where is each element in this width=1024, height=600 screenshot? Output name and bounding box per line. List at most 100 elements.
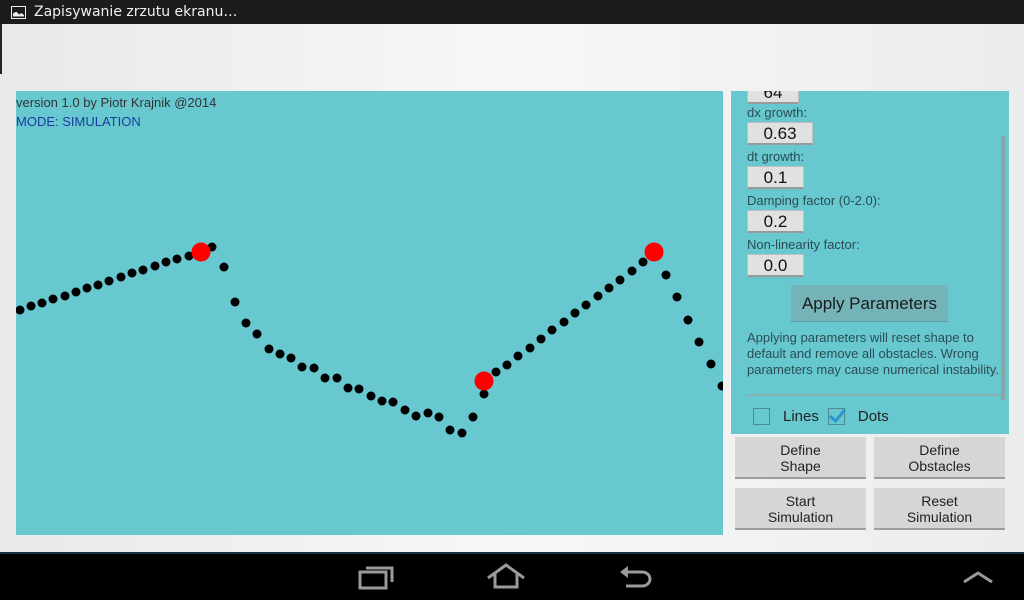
define-shape-button[interactable]: Define Shape — [735, 437, 866, 479]
simulation-dot — [93, 280, 103, 290]
simulation-dot — [445, 425, 455, 435]
simulation-dot — [513, 351, 523, 361]
dx-growth-field[interactable]: 0.63 — [747, 122, 813, 145]
simulation-dot — [219, 262, 229, 272]
simulation-dot — [717, 381, 723, 391]
simulation-dot — [423, 408, 433, 418]
start-simulation-button[interactable]: Start Simulation — [735, 488, 866, 530]
image-icon — [11, 5, 26, 19]
simulation-dot — [172, 254, 182, 264]
anchor-point[interactable] — [644, 242, 664, 262]
recent-apps-icon[interactable] — [358, 564, 396, 590]
simulation-dot — [104, 276, 114, 286]
parameters-panel[interactable]: 64 dx growth: 0.63 dt growth: 0.1 Dampin… — [731, 91, 1009, 434]
simulation-dot — [434, 412, 444, 422]
version-text: version 1.0 by Piotr Krajnik @2014 — [16, 95, 217, 110]
app-window: version 1.0 by Piotr Krajnik @2014 MODE:… — [0, 24, 1024, 552]
simulation-dot — [320, 373, 330, 383]
simulation-dot — [468, 412, 478, 422]
nonlinearity-factor-label: Non-linearity factor: — [747, 237, 860, 252]
mode-text: MODE: SIMULATION — [16, 114, 141, 129]
simulation-dot — [694, 337, 704, 347]
simulation-dot — [127, 268, 137, 278]
simulation-dot — [706, 359, 716, 369]
dt-growth-field[interactable]: 0.1 — [747, 166, 804, 189]
simulation-dot — [37, 298, 47, 308]
simulation-dot — [332, 373, 342, 383]
segment-count-field[interactable]: 64 — [747, 91, 799, 104]
simulation-dot — [60, 291, 70, 301]
simulation-dot — [297, 362, 307, 372]
simulation-dot — [457, 428, 467, 438]
simulation-dot — [286, 353, 296, 363]
lines-label[interactable]: Lines — [783, 408, 819, 425]
simulation-dot — [366, 391, 376, 401]
simulation-dot — [525, 343, 535, 353]
dt-growth-label: dt growth: — [747, 149, 805, 164]
simulation-dot — [593, 291, 603, 301]
parameters-note: Applying parameters will reset shape to … — [747, 330, 999, 377]
status-title: Zapisywanie zrzutu ekranu… — [34, 4, 238, 20]
simulation-canvas[interactable]: version 1.0 by Piotr Krajnik @2014 MODE:… — [16, 91, 723, 535]
navigation-bar — [0, 552, 1024, 600]
simulation-dot — [479, 389, 489, 399]
simulation-dot — [161, 257, 171, 267]
simulation-dot — [354, 384, 364, 394]
status-bar: Zapisywanie zrzutu ekranu… — [0, 0, 1024, 24]
simulation-dot — [547, 325, 557, 335]
simulation-dot — [672, 292, 682, 302]
simulation-dot — [16, 305, 25, 315]
simulation-dot — [150, 261, 160, 271]
home-icon[interactable] — [486, 562, 526, 590]
dots-label[interactable]: Dots — [858, 408, 889, 425]
damping-factor-label: Damping factor (0-2.0): — [747, 193, 881, 208]
simulation-dot — [343, 383, 353, 393]
simulation-dot — [48, 294, 58, 304]
simulation-dot — [491, 367, 501, 377]
divider — [747, 394, 1004, 396]
simulation-dot — [604, 283, 614, 293]
simulation-dot — [661, 270, 671, 280]
simulation-dot — [26, 301, 36, 311]
chevron-up-icon[interactable] — [962, 570, 994, 586]
reset-simulation-button[interactable]: Reset Simulation — [874, 488, 1005, 530]
back-icon[interactable] — [618, 564, 656, 590]
simulation-dot — [252, 329, 262, 339]
simulation-dot — [230, 297, 240, 307]
panel-scrollbar[interactable] — [1001, 136, 1005, 400]
simulation-dot — [536, 334, 546, 344]
anchor-point[interactable] — [474, 371, 494, 391]
dx-growth-label: dx growth: — [747, 105, 807, 120]
simulation-dot — [502, 360, 512, 370]
simulation-dot — [71, 287, 81, 297]
nonlinearity-factor-field[interactable]: 0.0 — [747, 254, 804, 277]
simulation-dot — [116, 272, 126, 282]
lines-checkbox[interactable] — [753, 407, 770, 425]
simulation-dot — [138, 265, 148, 275]
simulation-dot — [264, 344, 274, 354]
dots-layer — [16, 242, 723, 438]
display-options: Lines Dots — [753, 405, 898, 427]
damping-factor-field[interactable]: 0.2 — [747, 210, 804, 233]
simulation-dot — [581, 300, 591, 310]
simulation-dot — [615, 275, 625, 285]
simulation-dot — [82, 283, 92, 293]
simulation-dot — [638, 257, 648, 267]
simulation-dot — [241, 318, 251, 328]
window-edge — [0, 24, 2, 74]
simulation-dot — [400, 405, 410, 415]
simulation-dot — [388, 397, 398, 407]
simulation-dot — [275, 349, 285, 359]
simulation-dot — [683, 315, 693, 325]
simulation-dot — [559, 317, 569, 327]
define-obstacles-button[interactable]: Define Obstacles — [874, 437, 1005, 479]
apply-parameters-button[interactable]: Apply Parameters — [791, 285, 948, 322]
simulation-dot — [377, 396, 387, 406]
anchor-point[interactable] — [191, 242, 211, 262]
simulation-dot — [627, 266, 637, 276]
dots-checkbox[interactable] — [827, 407, 845, 425]
canvas-info: version 1.0 by Piotr Krajnik @2014 MODE:… — [16, 93, 216, 131]
simulation-dot — [309, 363, 319, 373]
simulation-dot — [411, 411, 421, 421]
simulation-dot — [570, 308, 580, 318]
